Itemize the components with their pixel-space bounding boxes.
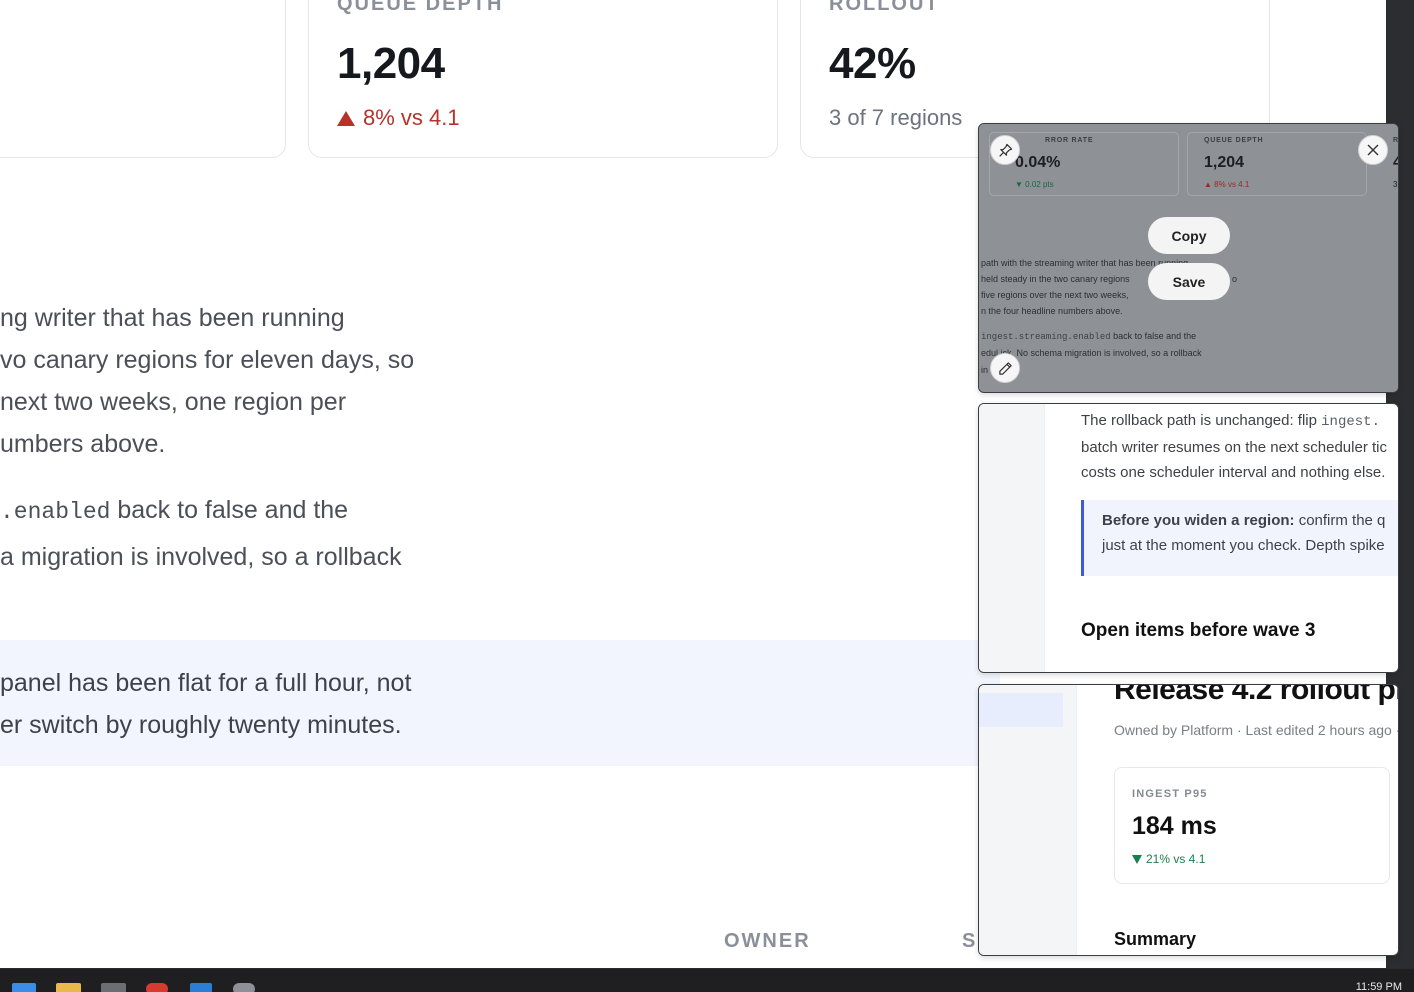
inline-code: .enabled — [0, 499, 111, 525]
preview-section-heading: Summary — [1114, 929, 1197, 949]
preview-kpi-card: INGEST P95 184 ms 21% vs 4.1 — [1114, 767, 1390, 884]
kpi-value: 42% — [829, 39, 916, 88]
mini-text-line: n the four headline numbers above. — [981, 306, 1123, 316]
kpi-value: 1,204 — [337, 39, 445, 88]
file-explorer-icon[interactable] — [56, 983, 81, 992]
body-line: next two weeks, one region per — [0, 388, 347, 416]
preview-kpi-label: INGEST P95 — [1132, 788, 1208, 800]
preview-selected-nav-item — [979, 693, 1063, 727]
rollback-line: a migration is involved, so a rollback — [0, 543, 402, 571]
kpi-card-queue-depth: QUEUE DEPTH 1,204 8% vs 4.1 — [308, 0, 778, 158]
kpi-label: QUEUE DEPTH — [337, 0, 504, 15]
preview-kpi-value: 184 ms — [1132, 812, 1217, 840]
start-icon[interactable] — [12, 983, 36, 992]
edit-button[interactable] — [990, 353, 1020, 383]
window-preview-panel[interactable]: Release 4.2 rollout pl Owned by Platform… — [978, 684, 1399, 956]
kpi-label: ROLLOUT — [829, 0, 940, 15]
rollback-paragraph: .enabled back to false and the a migrati… — [0, 488, 402, 580]
body-paragraph: ng writer that has been running vo canar… — [0, 297, 414, 465]
app-icon[interactable] — [146, 983, 168, 992]
mini-text-line: o — [1232, 274, 1238, 284]
mini-kpi-label: RROR RATE — [1045, 137, 1094, 144]
mini-kpi-delta: ▼ 0.02 pts — [1015, 180, 1054, 189]
preview-sidebar — [979, 404, 1045, 672]
mini-text-line: held steady in the two canary regions — [981, 274, 1130, 284]
kpi-card-partial — [0, 0, 286, 158]
mini-kpi-delta: 3 — [1393, 180, 1398, 189]
preview-kpi-delta-text: 21% vs 4.1 — [1146, 852, 1206, 866]
kpi-delta: 3 of 7 regions — [829, 105, 962, 131]
window-preview-panel[interactable]: The rollback path is unchanged: flip ing… — [978, 403, 1399, 673]
save-button[interactable]: Save — [1148, 263, 1230, 300]
preview-callout-rest: confirm the q — [1294, 512, 1386, 529]
preview-callout-line: just at the moment you check. Depth spik… — [1102, 537, 1385, 554]
screenshot-preview-overlay[interactable]: RROR RATE 0.04% ▼ 0.02 pts QUEUE DEPTH 1… — [978, 123, 1399, 393]
down-triangle-icon: ▼ — [1015, 180, 1023, 189]
mini-text-line: in — [981, 365, 989, 375]
callout-line: er switch by roughly twenty minutes. — [0, 711, 402, 739]
taskbar: 11:59 PM — [0, 968, 1414, 992]
trend-down-icon — [1132, 854, 1142, 864]
close-button[interactable] — [1358, 135, 1388, 165]
preview-callout-line: Before you widen a region: confirm the q — [1102, 512, 1385, 529]
preview-page-title: Release 4.2 rollout pl — [1114, 684, 1399, 706]
pencil-icon — [998, 361, 1012, 375]
preview-inline-code: ingest. — [1321, 414, 1380, 430]
mini-kpi-delta-text: 8% vs 4.1 — [1214, 180, 1250, 189]
kpi-delta-text: 8% vs 4.1 — [363, 105, 460, 130]
kpi-delta-text: 3 of 7 regions — [829, 105, 963, 130]
mini-kpi-value: 1,204 — [1204, 154, 1245, 171]
callout-text: panel has been flat for a full hour, not… — [0, 662, 411, 746]
preview-page-meta: Owned by Platform · Last edited 2 hours … — [1114, 722, 1399, 738]
mini-kpi-delta: ▲ 8% vs 4.1 — [1204, 180, 1249, 189]
preview-callout-bold: Before you widen a region: — [1102, 512, 1295, 529]
mini-text-line: five regions over the next two weeks, — [981, 290, 1129, 300]
mini-kpi-value: 4 — [1393, 154, 1398, 172]
mini-inline-code: ingest.streaming.enabled — [981, 332, 1111, 342]
close-icon — [1367, 144, 1379, 156]
mini-text-rest: back to false and the — [1110, 331, 1197, 341]
mini-kpi-label: QUEUE DEPTH — [1204, 137, 1264, 144]
rollback-line-text: back to false and the — [110, 496, 349, 524]
copy-button[interactable]: Copy — [1148, 217, 1230, 254]
up-triangle-icon: ▲ — [1204, 180, 1212, 189]
mini-kpi-label: R — [1393, 137, 1399, 144]
preview-kpi-delta: 21% vs 4.1 — [1132, 852, 1205, 866]
mini-kpi-delta-text: 0.02 pts — [1025, 180, 1054, 189]
body-line: ng writer that has been running — [0, 304, 345, 332]
preview-text: The rollback path is unchanged: flip — [1081, 412, 1322, 429]
preview-text-line: costs one scheduler interval and nothing… — [1081, 464, 1386, 481]
preview-heading: Open items before wave 3 — [1081, 620, 1316, 641]
pin-icon — [998, 143, 1012, 157]
preview-text-line: The rollback path is unchanged: flip ing… — [1081, 412, 1380, 430]
browser-icon[interactable] — [233, 983, 255, 992]
body-line: umbers above. — [0, 430, 166, 458]
mini-text-line: ingest.streaming.enabled back to false a… — [981, 328, 1196, 345]
code-editor-icon[interactable] — [190, 983, 212, 992]
trend-up-icon — [337, 110, 355, 126]
terminal-icon[interactable] — [101, 983, 126, 992]
rollback-line: .enabled back to false and the — [0, 488, 402, 535]
clock[interactable]: 11:59 PM — [1356, 981, 1402, 992]
kpi-delta: 8% vs 4.1 — [337, 105, 460, 131]
pin-button[interactable] — [990, 135, 1020, 165]
table-header-status[interactable]: S — [962, 930, 977, 953]
body-line: vo canary regions for eleven days, so — [0, 346, 415, 374]
preview-callout: Before you widen a region: confirm the q… — [1081, 500, 1398, 576]
callout-line: panel has been flat for a full hour, not — [0, 669, 412, 697]
preview-text-line: batch writer resumes on the next schedul… — [1081, 439, 1387, 456]
mini-kpi-value: 0.04% — [1015, 154, 1061, 171]
table-header-owner[interactable]: OWNER — [724, 930, 811, 953]
